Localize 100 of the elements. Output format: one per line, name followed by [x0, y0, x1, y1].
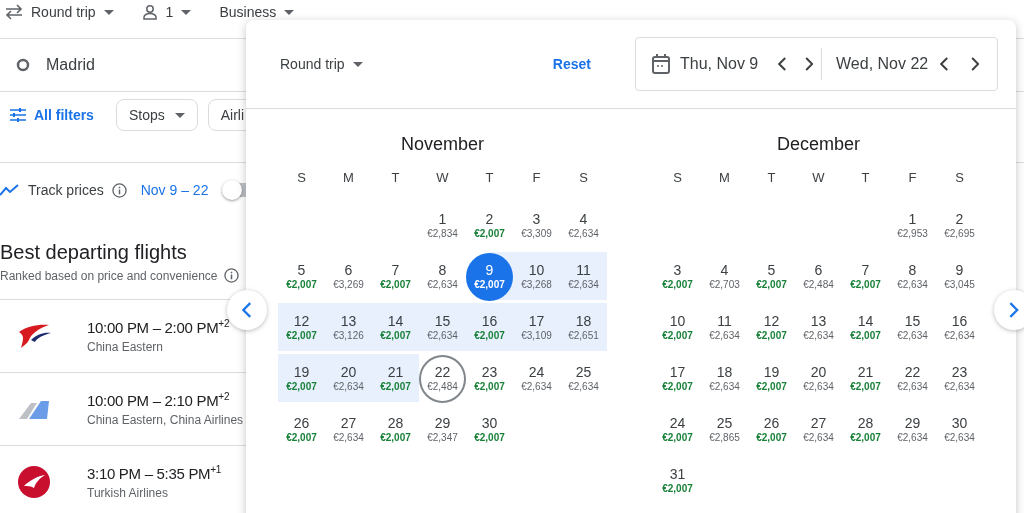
trip-type-dropdown[interactable]: Round trip — [274, 55, 369, 73]
all-filters-button[interactable]: All filters — [10, 107, 94, 123]
calendar-day[interactable]: 8 €2,634 — [889, 252, 936, 301]
calendar-day[interactable]: 15 €2,634 — [889, 303, 936, 352]
calendar-day[interactable]: 3 €2,007 — [654, 252, 701, 301]
cabin-dropdown[interactable]: Business — [219, 4, 295, 20]
calendar-day[interactable]: 13 €2,634 — [795, 303, 842, 352]
airline-name: China Eastern — [87, 340, 165, 354]
calendar-day[interactable]: 2 €2,007 — [466, 201, 513, 250]
calendar-day[interactable]: 27 €2,634 — [325, 405, 372, 454]
calendar-day[interactable]: 10 €3,268 — [513, 252, 560, 301]
weekday-label: T — [860, 169, 871, 187]
calendar-day[interactable]: 29 €2,634 — [889, 405, 936, 454]
calendar-day[interactable]: 24 €2,007 — [654, 405, 701, 454]
calendar-day[interactable]: 7 €2,007 — [372, 252, 419, 301]
calendar-day[interactable]: 27 €2,634 — [795, 405, 842, 454]
calendar-day[interactable]: 20 €2,634 — [325, 354, 372, 403]
weekday-label: T — [766, 169, 777, 187]
calendar-day[interactable]: 6 €3,269 — [325, 252, 372, 301]
filter-chip[interactable]: Stops — [115, 99, 198, 131]
calendar-day[interactable]: 23 €2,634 — [936, 354, 983, 403]
weekday-label: M — [342, 169, 355, 187]
trip-type-dropdown[interactable]: Round trip — [5, 4, 114, 20]
calendar-day[interactable]: 3 €3,309 — [513, 201, 560, 250]
chevron-right-icon — [970, 57, 980, 71]
calendar-day[interactable]: 22 €2,634 — [889, 354, 936, 403]
departure-date[interactable]: Thu, Nov 9 — [680, 55, 759, 73]
calendar-day[interactable]: 24 €2,634 — [513, 354, 560, 403]
calendar-day[interactable]: 29 €2,347 — [419, 405, 466, 454]
origin-field[interactable]: Madrid — [46, 56, 95, 74]
origin-circle-icon — [16, 58, 30, 72]
calendar-day[interactable]: 6 €2,484 — [795, 252, 842, 301]
calendar-day[interactable]: 11 €2,634 — [701, 303, 748, 352]
caret-icon — [174, 112, 185, 118]
calendar-day[interactable]: 2 €2,695 — [936, 201, 983, 250]
calendar-day[interactable]: 12 €2,007 — [278, 303, 325, 352]
chevron-right-icon — [804, 57, 814, 71]
calendar-day[interactable]: 26 €2,007 — [278, 405, 325, 454]
date-range-field[interactable]: Thu, Nov 9 Wed, Nov 22 — [635, 37, 998, 91]
calendar-day[interactable]: 14 €2,007 — [372, 303, 419, 352]
calendar-day[interactable]: 1 €2,953 — [889, 201, 936, 250]
passengers-dropdown[interactable]: 1 — [141, 4, 192, 20]
calendar-day[interactable]: 15 €2,634 — [419, 303, 466, 352]
weekday-label: S — [296, 169, 307, 187]
calendar-day[interactable]: 8 €2,634 — [419, 252, 466, 301]
calendar-day[interactable]: 5 €2,007 — [278, 252, 325, 301]
calendar-day[interactable]: 18 €2,651 — [560, 303, 607, 352]
calendar-day[interactable]: 26 €2,007 — [748, 405, 795, 454]
info-icon[interactable] — [111, 182, 127, 198]
month-title: December — [776, 134, 861, 156]
calendar-day[interactable]: 14 €2,007 — [842, 303, 889, 352]
calendar-day[interactable]: 17 €3,109 — [513, 303, 560, 352]
flight-times: 10:00 PM – 2:10 PM$^{+2}$ — [87, 391, 231, 409]
calendar-day[interactable]: 9 €3,045 — [936, 252, 983, 301]
calendar-day[interactable]: 25 €2,634 — [560, 354, 607, 403]
flight-row[interactable]: 3:10 PM – 5:35 PM$^{+1}$ Turkish Airlines — [0, 445, 246, 513]
weekday-label: M — [718, 169, 731, 187]
calendar-day[interactable]: 1 €2,834 — [419, 201, 466, 250]
calendar-day[interactable]: 5 €2,007 — [748, 252, 795, 301]
info-icon[interactable] — [223, 268, 239, 283]
weekday-label: T — [484, 169, 495, 187]
return-date[interactable]: Wed, Nov 22 — [836, 55, 929, 73]
calendar-day[interactable]: 28 €2,007 — [372, 405, 419, 454]
calendar-day[interactable]: 7 €2,007 — [842, 252, 889, 301]
calendar-day[interactable]: 25 €2,865 — [701, 405, 748, 454]
caret-icon — [103, 9, 114, 15]
calendar-day[interactable]: 19 €2,007 — [278, 354, 325, 403]
calendar-day[interactable]: 23 €2,007 — [466, 354, 513, 403]
trend-icon — [0, 184, 20, 196]
calendar-day[interactable]: 30 €2,007 — [466, 405, 513, 454]
calendar-day[interactable]: 22 €2,484 — [419, 354, 466, 403]
calendar-day[interactable]: 4 €2,634 — [560, 201, 607, 250]
calendar-day[interactable]: 4 €2,703 — [701, 252, 748, 301]
calendar-day[interactable]: 20 €2,634 — [795, 354, 842, 403]
weekday-label: S — [578, 169, 589, 187]
person-icon — [141, 4, 158, 20]
calendar-day[interactable]: 30 €2,634 — [936, 405, 983, 454]
calendar-day[interactable]: 21 €2,007 — [842, 354, 889, 403]
chevron-left-icon — [940, 57, 949, 71]
calendar-day[interactable]: 18 €2,634 — [701, 354, 748, 403]
calendar-day[interactable]: 19 €2,007 — [748, 354, 795, 403]
reset-button[interactable]: Reset — [546, 55, 597, 73]
calendar-day[interactable]: 21 €2,007 — [372, 354, 419, 403]
calendar-day[interactable]: 13 €3,126 — [325, 303, 372, 352]
calendar-day[interactable]: 11 €2,634 — [560, 252, 607, 301]
date-range-text: Nov 9 – 22 — [140, 182, 209, 198]
airline-logo — [17, 466, 50, 498]
calendar-day[interactable]: 17 €2,007 — [654, 354, 701, 403]
calendar-day[interactable]: 12 €2,007 — [748, 303, 795, 352]
calendar-day[interactable]: 31 €2,007 — [654, 456, 701, 505]
calendar-day[interactable]: 10 €2,007 — [654, 303, 701, 352]
calendar-day[interactable]: 16 €2,634 — [936, 303, 983, 352]
weekday-label: W — [811, 169, 826, 187]
caret-icon — [181, 9, 192, 15]
chevron-right-icon — [1009, 302, 1019, 318]
weekday-label: W — [435, 169, 450, 187]
calendar-day[interactable]: 16 €2,007 — [466, 303, 513, 352]
weekday-label: S — [672, 169, 683, 187]
previous-month-button[interactable] — [227, 290, 267, 330]
calendar-day[interactable]: 28 €2,007 — [842, 405, 889, 454]
